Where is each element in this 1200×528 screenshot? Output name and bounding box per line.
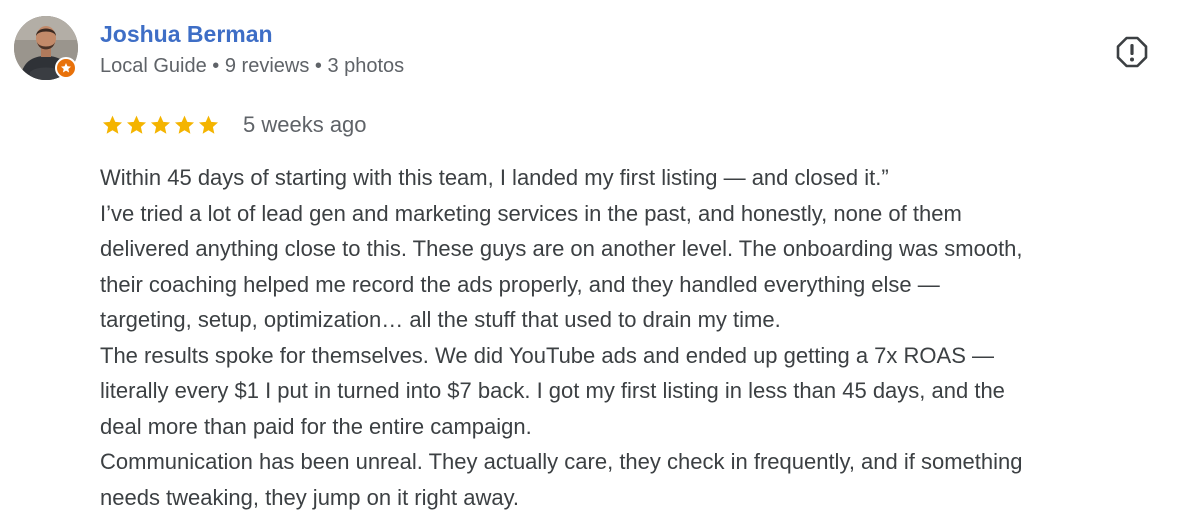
star-icon bbox=[198, 115, 219, 134]
star-icon bbox=[150, 115, 171, 134]
review-line: deal more than paid for the entire campa… bbox=[100, 413, 532, 439]
review-line: needs tweaking, they jump on it right aw… bbox=[100, 484, 520, 510]
review-line: Communication has been unreal. They actu… bbox=[100, 449, 1023, 474]
star-icon bbox=[126, 115, 147, 134]
review-line: targeting, setup, optimization… all the … bbox=[100, 307, 781, 332]
flag-report-icon bbox=[1116, 36, 1148, 68]
reviewer-avatar[interactable] bbox=[14, 16, 78, 80]
review-line: Within 45 days of starting with this tea… bbox=[100, 165, 889, 190]
local-guide-star-icon bbox=[55, 57, 77, 79]
review-line: their coaching helped me record the ads … bbox=[100, 271, 940, 297]
review-card: Joshua Berman Local Guide • 9 reviews • … bbox=[0, 0, 1200, 528]
star-icon bbox=[174, 115, 195, 134]
review-line: delivered anything close to this. These … bbox=[100, 236, 1023, 261]
reviewer-name[interactable]: Joshua Berman bbox=[100, 18, 273, 50]
report-review-button[interactable] bbox=[1114, 34, 1150, 70]
review-line: literally every $1 I put in turned into … bbox=[100, 378, 1005, 403]
star-icon bbox=[102, 115, 123, 134]
review-line: I’ve tried a lot of lead gen and marketi… bbox=[100, 200, 962, 226]
star-rating bbox=[101, 114, 220, 136]
review-date: 5 weeks ago bbox=[243, 112, 367, 137]
rating-row: 5 weeks ago bbox=[101, 108, 367, 142]
review-text: Within 45 days of starting with this tea… bbox=[100, 160, 1190, 515]
review-line: The results spoke for themselves. We did… bbox=[100, 342, 994, 368]
reviewer-meta: Local Guide • 9 reviews • 3 photos bbox=[100, 55, 405, 77]
